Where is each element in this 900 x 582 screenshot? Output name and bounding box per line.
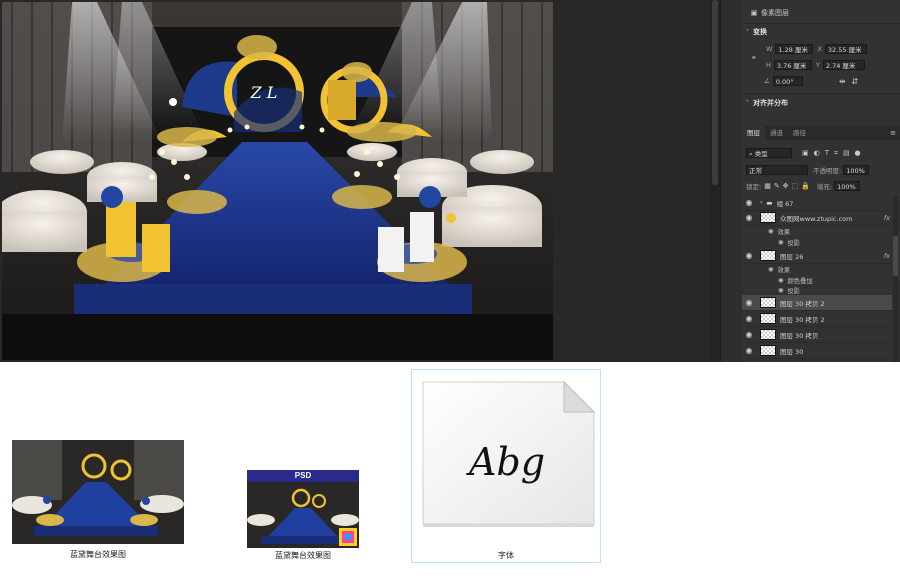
layer-name: 图层 30 xyxy=(780,347,804,356)
lock-fill-row: 锁定: ▦✎✥⬚🔒 填充: 100% xyxy=(742,179,900,192)
filter-kind-label: 类型 xyxy=(754,150,768,158)
layer-30-copy-2[interactable]: ◉ 图层 30 拷贝 2 xyxy=(742,311,892,327)
h-label: H xyxy=(766,61,771,69)
transform-hy-row: H 3.76 厘米 Y 2.74 厘米 xyxy=(742,59,900,71)
file-caption: 字体 xyxy=(498,551,514,560)
document-canvas[interactable]: Z L xyxy=(0,0,557,362)
flip-horizontal-icon[interactable]: ⇹ xyxy=(839,77,846,86)
effect-drop-shadow[interactable]: ◉ 投影 xyxy=(742,237,892,248)
blend-mode-select[interactable]: 正常 xyxy=(746,164,808,175)
psd-badge: PSD xyxy=(294,471,312,480)
layer-name: 图层 26 xyxy=(780,252,804,261)
layer-thumbnail xyxy=(760,250,776,261)
properties-layers-panel: ▣ 像素图层 ˅ 变换 W 1.28 厘米 X 32.55 厘米 ⚭ H 3.7… xyxy=(742,0,900,362)
fx-icon[interactable]: fx xyxy=(884,214,890,222)
eye-icon[interactable]: ◉ xyxy=(768,266,774,273)
transform-angle-row: ∠ 0.00° ⇹ ⇵ xyxy=(742,75,900,87)
properties-header-label: 像素图层 xyxy=(761,9,789,17)
height-field[interactable]: 3.76 厘米 xyxy=(773,60,812,70)
transform-section-header[interactable]: ˅ 变换 xyxy=(742,26,900,38)
layer-thumbnail xyxy=(760,297,776,308)
effects-label: 效果 xyxy=(777,267,791,274)
layer-name: 图层 30 拷贝 xyxy=(780,331,819,340)
transform-title: 变换 xyxy=(753,28,767,36)
tab-channels[interactable]: 通道 xyxy=(765,126,788,140)
effect-label: 投影 xyxy=(787,240,801,247)
layer-group-67[interactable]: ◉ › ▬ 组 67 xyxy=(742,195,892,211)
layer-thumbnail xyxy=(760,329,776,340)
wedding-stage-render: Z L xyxy=(2,2,553,360)
file-item-psd[interactable]: PSD 蓝黛舞台效果图 xyxy=(244,470,362,565)
file-caption: 蓝黛舞台效果图 xyxy=(275,551,331,560)
tab-layers[interactable]: 图层 xyxy=(742,126,765,140)
photoshop-window: Z L ▣ 像素图层 ˅ 变换 W 1.28 厘米 X 32.55 厘米 ⚭ H… xyxy=(0,0,900,362)
layer-name: 图层 30 拷贝 2 xyxy=(780,299,825,308)
properties-header: ▣ 像素图层 xyxy=(742,6,900,20)
layer-thumbnail xyxy=(760,345,776,356)
eye-icon[interactable]: ◉ xyxy=(778,287,784,294)
y-label: Y xyxy=(815,61,820,69)
effect-label: 投影 xyxy=(787,288,801,295)
file-item-font[interactable]: Abg 字体 xyxy=(411,369,601,563)
chevron-right-icon[interactable]: › xyxy=(760,199,762,206)
angle-icon: ∠ xyxy=(764,77,770,85)
layers-tabbar: 图层 通道 路径 ≡ xyxy=(742,126,900,140)
eye-icon[interactable]: ◉ xyxy=(742,298,756,307)
layer-name: 众图网www.ztupic.com xyxy=(780,214,853,223)
file-item-jpg[interactable]: 蓝黛舞台效果图 xyxy=(10,440,186,565)
y-field[interactable]: 2.74 厘米 xyxy=(822,60,865,70)
layer-watermark[interactable]: ◉ 众图网www.ztupic.com fx xyxy=(742,210,892,226)
layer-30[interactable]: ◉ 图层 30 xyxy=(742,343,892,359)
pixel-layer-icon: ▣ xyxy=(750,9,758,17)
canvas-vertical-scrollbar[interactable] xyxy=(710,0,720,362)
layer-thumbnail xyxy=(760,212,776,223)
folder-icon: ▬ xyxy=(766,198,773,207)
angle-field[interactable]: 0.00° xyxy=(772,76,803,86)
effects-row[interactable]: ◉ 效果 xyxy=(742,226,892,237)
layer-thumbnail xyxy=(760,313,776,324)
fill-label: 填充: xyxy=(816,182,833,191)
layers-scrollbar[interactable] xyxy=(893,196,898,362)
eye-icon[interactable]: ◉ xyxy=(742,213,756,222)
flip-vertical-icon[interactable]: ⇵ xyxy=(852,77,859,86)
opacity-field[interactable]: 100% xyxy=(843,164,870,175)
blend-opacity-row: 正常 不透明度: 100% xyxy=(742,163,900,176)
eye-icon[interactable]: ◉ xyxy=(742,346,756,355)
layer-30-copy-2-selected[interactable]: ◉ 图层 30 拷贝 2 xyxy=(742,295,892,311)
filter-icons[interactable]: ▣◐T⌗▤● xyxy=(802,149,866,158)
align-title: 对齐并分布 xyxy=(753,99,788,107)
effects-row[interactable]: ◉ 效果 xyxy=(742,264,892,275)
chevron-down-icon[interactable]: ˅ xyxy=(746,29,749,36)
layer-name: 图层 30 拷贝 2 xyxy=(780,315,825,324)
lock-icons[interactable]: ▦✎✥⬚🔒 xyxy=(764,182,813,190)
file-caption: 蓝黛舞台效果图 xyxy=(70,550,126,559)
chevron-down-icon[interactable]: ˅ xyxy=(746,100,749,107)
panel-dock-gutter xyxy=(720,0,742,362)
font-preview-text: Abg xyxy=(468,440,546,484)
filter-kind-select[interactable]: ⌕ 类型 xyxy=(746,148,792,158)
effects-label: 效果 xyxy=(777,229,791,236)
layer-30-copy[interactable]: ◉ 图层 30 拷贝 xyxy=(742,327,892,343)
file-thumbnail-jpg xyxy=(12,440,184,544)
layer-name: 组 67 xyxy=(776,199,794,208)
eye-icon[interactable]: ◉ xyxy=(742,330,756,339)
eye-icon[interactable]: ◉ xyxy=(742,251,756,260)
eye-icon[interactable]: ◉ xyxy=(778,239,784,246)
eye-icon[interactable]: ◉ xyxy=(742,198,756,207)
fx-icon[interactable]: fx xyxy=(884,252,890,260)
eye-icon[interactable]: ◉ xyxy=(778,277,784,284)
stage-monogram: Z L xyxy=(250,83,278,102)
eye-icon[interactable]: ◉ xyxy=(768,228,774,235)
layer-filter-row: ⌕ 类型 ▣◐T⌗▤● xyxy=(742,146,900,160)
panel-menu-icon[interactable]: ≡ xyxy=(890,126,896,140)
eye-icon[interactable]: ◉ xyxy=(742,314,756,323)
effect-label: 颜色叠加 xyxy=(787,278,813,285)
opacity-label: 不透明度: xyxy=(813,166,842,175)
layer-26[interactable]: ◉ 图层 26 fx xyxy=(742,248,892,264)
tab-paths[interactable]: 路径 xyxy=(788,126,811,140)
align-section-header[interactable]: ˅ 对齐并分布 xyxy=(742,97,900,109)
fill-field[interactable]: 100% xyxy=(834,180,861,191)
lock-label: 锁定: xyxy=(746,182,762,191)
